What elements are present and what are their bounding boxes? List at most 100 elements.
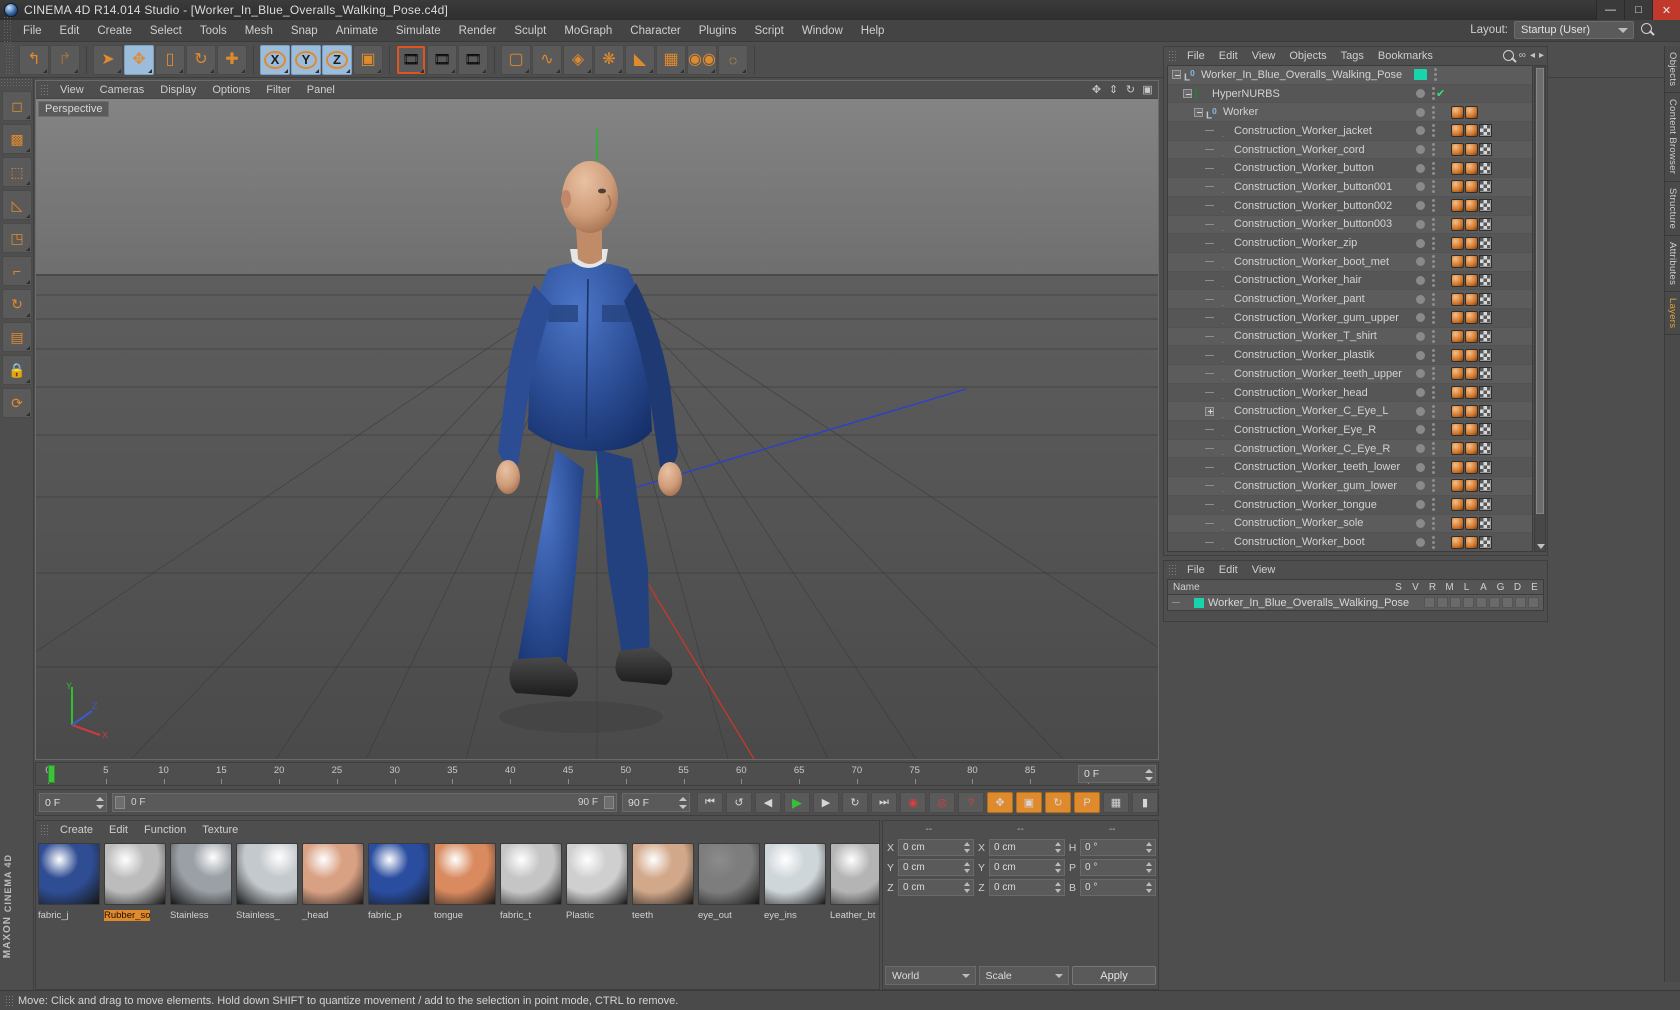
position-input[interactable]: 0 cm — [898, 839, 974, 856]
material-swatch[interactable]: teeth — [632, 843, 694, 985]
material-tag-icon[interactable] — [1451, 161, 1464, 175]
spinner-icon[interactable] — [1055, 862, 1062, 873]
menu-edit[interactable]: Edit — [51, 20, 89, 42]
add-cube-object-button[interactable]: ▢ — [501, 44, 531, 75]
spinner-icon[interactable] — [1055, 882, 1062, 893]
render-to-picture-viewer-button[interactable]: 🎞 — [427, 44, 457, 75]
layer-column-v[interactable]: V — [1407, 582, 1424, 593]
edges-mode-button[interactable]: ◺ — [2, 190, 32, 220]
object-name-cell[interactable]: Construction_Worker_button003 — [1168, 217, 1414, 231]
object-row[interactable]: Construction_Worker_tongue — [1168, 495, 1532, 515]
uv-tag-icon[interactable] — [1479, 199, 1492, 213]
rotation-key-button[interactable]: ↻ — [1045, 792, 1071, 813]
pan-icon[interactable]: ✥ — [1090, 83, 1103, 96]
scale-tool-button[interactable]: ▯ — [155, 44, 185, 75]
editor-render-visibility-dots[interactable] — [1431, 143, 1435, 157]
object-color-dot[interactable] — [1415, 313, 1425, 323]
material-tag-icon[interactable] — [1465, 535, 1478, 549]
uv-tag-icon[interactable] — [1479, 404, 1492, 418]
menu-snap[interactable]: Snap — [282, 20, 327, 42]
material-name-label[interactable]: fabric_j — [38, 910, 69, 921]
editor-render-visibility-dots[interactable] — [1431, 105, 1435, 119]
visibility-dots[interactable] — [1413, 68, 1437, 82]
editor-render-visibility-dots[interactable] — [1431, 236, 1435, 250]
material-swatch[interactable]: fabric_t — [500, 843, 562, 985]
viewport-menu-display[interactable]: Display — [152, 84, 204, 96]
autokeying-button[interactable]: ◎ — [929, 792, 955, 813]
material-tag-icon[interactable] — [1465, 161, 1478, 175]
editor-render-visibility-dots[interactable] — [1431, 386, 1435, 400]
editor-render-visibility-dots[interactable] — [1431, 199, 1435, 213]
object-name-cell[interactable]: Construction_Worker_pant — [1168, 292, 1414, 306]
object-row[interactable]: Construction_Worker_jacket — [1168, 122, 1532, 141]
uv-tag-icon[interactable] — [1479, 386, 1492, 400]
expand-icon[interactable]: ▸ — [1539, 50, 1544, 61]
object-row[interactable]: Construction_Worker_hair — [1168, 271, 1532, 291]
material-tag-icon[interactable] — [1465, 273, 1478, 287]
layer-menu-file[interactable]: File — [1180, 564, 1212, 576]
object-row[interactable]: Construction_Worker_C_Eye_L — [1168, 402, 1532, 422]
uv-tag-icon[interactable] — [1479, 124, 1492, 138]
spinner-icon[interactable] — [964, 882, 971, 893]
layer-toggle[interactable] — [1502, 597, 1513, 608]
dock-tab-objects[interactable]: Objects — [1665, 46, 1680, 94]
material-tag-icon[interactable] — [1451, 348, 1464, 362]
object-tags[interactable] — [1448, 273, 1532, 287]
object-row[interactable]: Construction_Worker_button002 — [1168, 196, 1532, 216]
object-tags[interactable] — [1448, 367, 1532, 381]
material-tag-icon[interactable] — [1465, 236, 1478, 250]
timeline-ruler[interactable]: 051015202530354045505560657075808590 — [36, 763, 1093, 785]
material-tag-icon[interactable] — [1451, 217, 1464, 231]
object-tags[interactable] — [1448, 386, 1532, 400]
material-tag-icon[interactable] — [1451, 442, 1464, 456]
material-preview-icon[interactable] — [500, 843, 562, 905]
menu-mograph[interactable]: MoGraph — [555, 20, 621, 42]
object-name-cell[interactable]: Construction_Worker_button002 — [1168, 199, 1414, 213]
object-name-cell[interactable]: L0 Worker_In_Blue_Overalls_Walking_Pose — [1168, 68, 1414, 81]
material-name-label[interactable]: teeth — [632, 910, 653, 921]
material-name-label[interactable]: Leather_bt — [830, 910, 875, 921]
scroll-down-icon[interactable] — [1537, 544, 1545, 549]
viewport-menu-panel[interactable]: Panel — [299, 84, 343, 96]
layer-toggles[interactable] — [1424, 597, 1543, 608]
menu-character[interactable]: Character — [621, 20, 690, 42]
editor-render-visibility-dots[interactable] — [1431, 311, 1435, 325]
expand-expander-icon[interactable] — [1205, 406, 1214, 416]
menu-tools[interactable]: Tools — [191, 20, 236, 42]
size-input[interactable]: 0 cm — [989, 839, 1065, 856]
layer-menu-view[interactable]: View — [1245, 564, 1283, 576]
material-name-label[interactable]: tongue — [434, 910, 463, 921]
search-icon[interactable] — [1502, 49, 1515, 62]
object-color-dot[interactable] — [1415, 89, 1425, 99]
parameter-key-button[interactable]: P — [1074, 792, 1100, 813]
material-tag-icon[interactable] — [1465, 404, 1478, 418]
z-axis-lock-button[interactable]: Z — [322, 44, 352, 75]
object-row[interactable]: Construction_Worker_button001 — [1168, 178, 1532, 197]
viewport-grip[interactable] — [40, 83, 48, 96]
object-color-dot[interactable] — [1415, 275, 1425, 285]
object-row[interactable]: Construction_Worker_pant — [1168, 290, 1532, 309]
object-color-dot[interactable] — [1415, 201, 1425, 211]
object-name-cell[interactable]: Construction_Worker_head — [1168, 386, 1414, 400]
lock-axis-button[interactable]: 🔒 — [2, 355, 32, 385]
uv-tag-icon[interactable] — [1479, 367, 1492, 381]
material-tag-icon[interactable] — [1451, 498, 1464, 512]
search-icon[interactable] — [1640, 22, 1656, 38]
material-tag-icon[interactable] — [1451, 105, 1464, 119]
workplane-button[interactable]: ⟳ — [2, 388, 32, 418]
nurbs-generator-button[interactable]: ◈ — [563, 44, 593, 75]
play-button[interactable]: ▶ — [784, 792, 810, 813]
material-name-label[interactable]: fabric_t — [500, 910, 531, 921]
object-manager-grip[interactable] — [1168, 50, 1176, 62]
material-swatch[interactable]: fabric_j — [38, 843, 100, 985]
object-name-cell[interactable]: Construction_Worker_jacket — [1168, 124, 1414, 138]
start-frame-field[interactable]: 0 F — [39, 793, 107, 812]
material-tag-icon[interactable] — [1451, 404, 1464, 418]
menu-select[interactable]: Select — [141, 20, 191, 42]
material-menu-edit[interactable]: Edit — [101, 824, 136, 836]
viewport-menu-cameras[interactable]: Cameras — [92, 84, 153, 96]
object-tags[interactable] — [1448, 124, 1532, 138]
spinner-icon[interactable] — [964, 862, 971, 873]
maximize-icon[interactable]: ▣ — [1141, 83, 1154, 96]
object-row[interactable]: Construction_Worker_boot_met — [1168, 252, 1532, 272]
